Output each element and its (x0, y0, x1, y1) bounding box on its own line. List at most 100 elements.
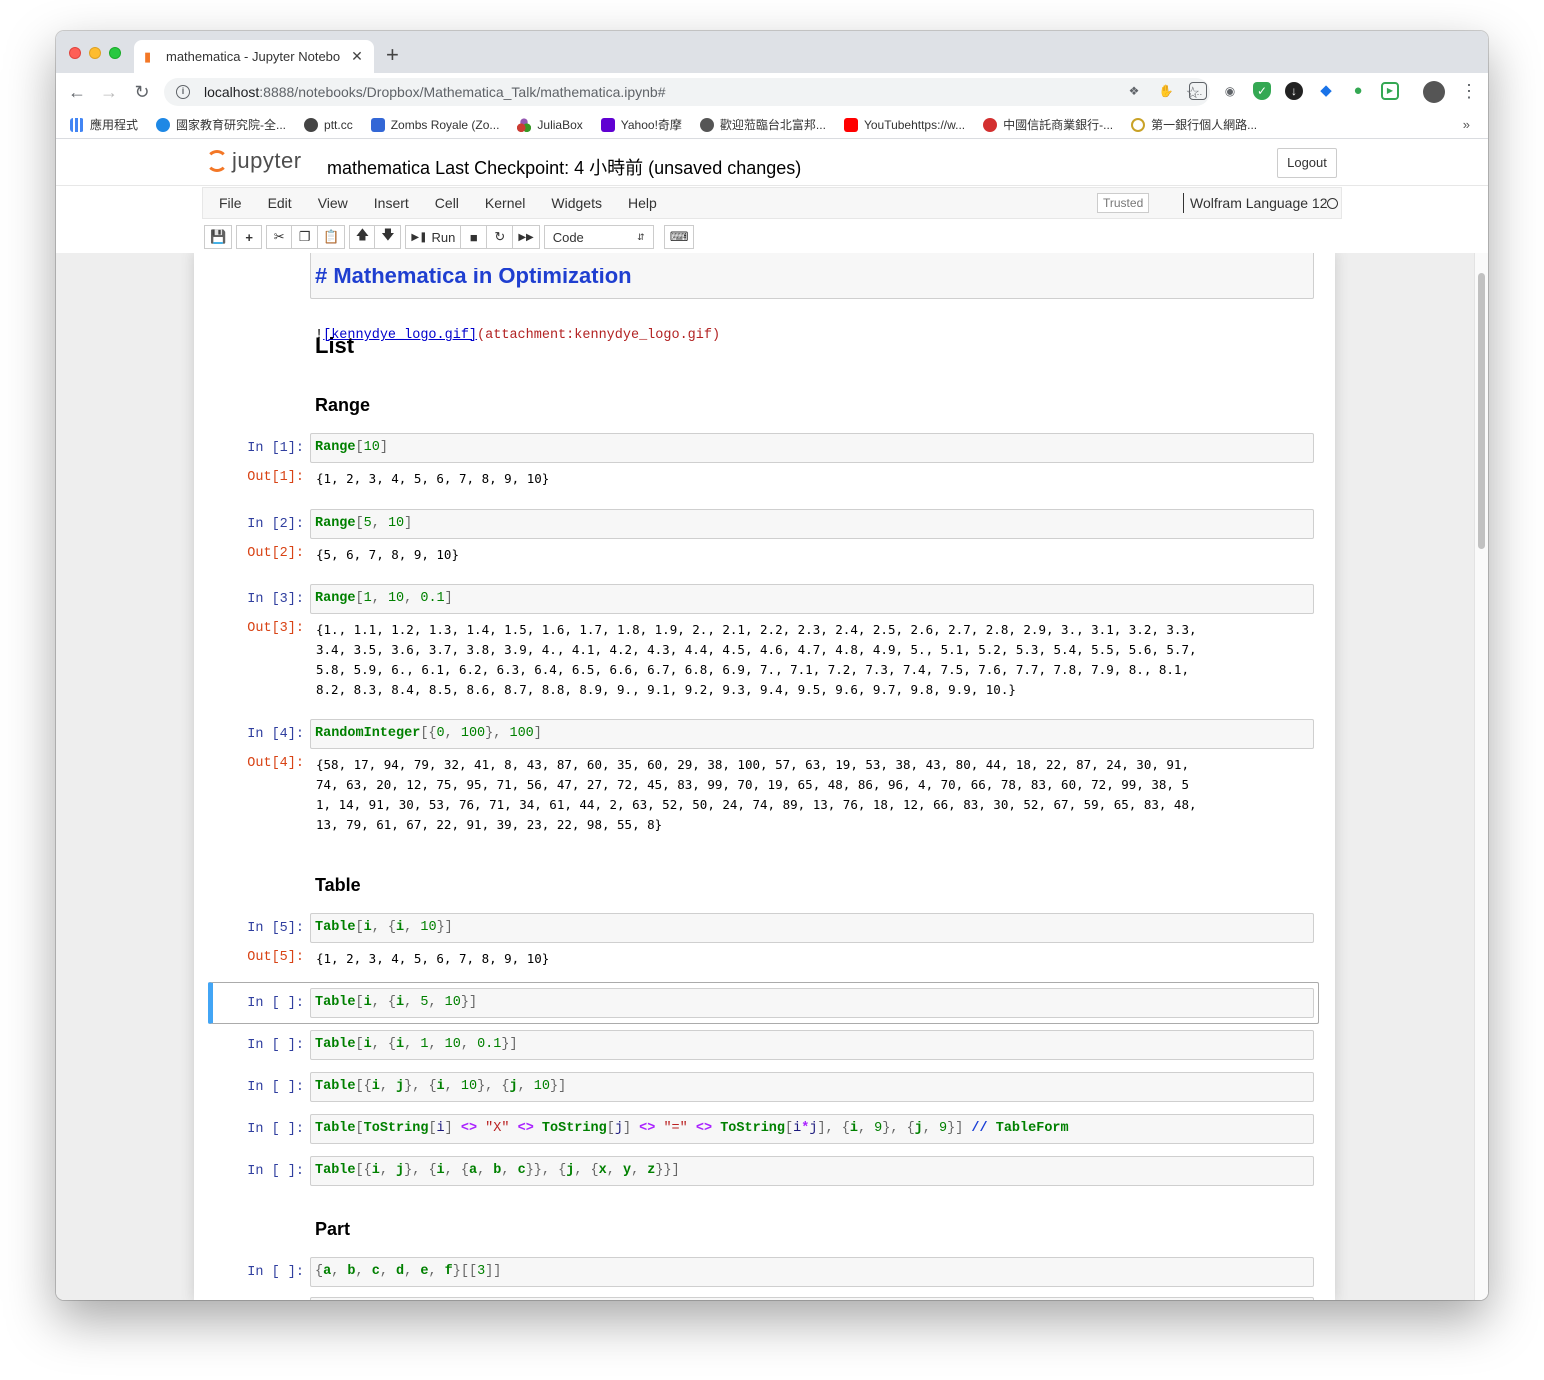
chat-extension-icon[interactable]: … (1189, 82, 1207, 100)
bookmark-item[interactable]: 國家教育研究院-全... (156, 116, 286, 133)
code-input[interactable]: Table[ToString[i] <> "X" <> ToString[j] … (310, 1114, 1314, 1144)
ctbc-icon (983, 117, 998, 132)
input-prompt: In [3]: (247, 592, 304, 607)
forward-button[interactable]: → (98, 81, 120, 103)
close-window-button[interactable] (69, 47, 81, 59)
move-down-icon[interactable]: 🡇 (375, 225, 402, 249)
bookmarks-bar: 應用程式 國家教育研究院-全... ptt.cc Zombs Royale (Z… (56, 111, 1488, 139)
youtube-icon (843, 117, 858, 132)
menu-view[interactable]: View (318, 195, 348, 211)
jupyter-logo-icon (206, 150, 228, 172)
copy-icon[interactable]: ❐ (292, 225, 319, 249)
code-input[interactable]: Table[i, {i, 1, 10, 0.1}] (310, 1030, 1314, 1060)
heading-list: List (315, 333, 355, 358)
reload-button[interactable]: ↻ (131, 81, 153, 103)
cell-type-select[interactable]: Code ⇵ (543, 225, 654, 249)
input-prompt: In [ ]: (247, 996, 304, 1011)
tv-extension-icon[interactable]: ▶ (1381, 82, 1399, 100)
heading-range: Range (315, 395, 371, 415)
scrollbar-thumb[interactable] (1478, 273, 1485, 549)
run-button[interactable]: ▶❚ Run (405, 225, 462, 249)
menu-cell[interactable]: Cell (435, 195, 459, 211)
cut-icon[interactable]: ✂ (266, 225, 293, 249)
input-prompt: In [1]: (247, 441, 304, 456)
input-prompt: In [4]: (247, 727, 304, 742)
site-info-icon[interactable]: i (176, 85, 190, 99)
menu-kernel[interactable]: Kernel (485, 195, 525, 211)
bookmark-item[interactable]: ptt.cc (304, 117, 353, 132)
code-input[interactable]: Table[i, {i, 5, 10}] (310, 988, 1314, 1018)
code-input[interactable]: RandomInteger[{0, 100}, 100] (310, 719, 1314, 749)
diamond-extension-icon[interactable]: ◆ (1317, 82, 1335, 100)
markdown-cell-raw[interactable]: # Mathematica in Optimization ![kennydye… (310, 253, 1314, 343)
tab-strip: ▮ mathematica - Jupyter Notebo ✕ + (56, 31, 1488, 73)
logout-button[interactable]: Logout (1277, 148, 1337, 178)
code-input[interactable]: Table[{i, j}, {i, 10}, {j, 10}] (310, 1072, 1314, 1102)
bookmark-item[interactable]: JuliaBox (517, 117, 583, 132)
interrupt-icon[interactable]: ■ (461, 225, 488, 249)
bookmark-item[interactable]: Yahoo!奇摩 (600, 116, 682, 133)
jupyter-menubar: File Edit View Insert Cell Kernel Widget… (202, 187, 1342, 219)
new-tab-button[interactable]: + (386, 44, 399, 66)
code-input[interactable] (310, 1297, 1314, 1300)
bookmark-item[interactable]: 歡迎蒞臨台北富邦... (699, 116, 826, 133)
menu-file[interactable]: File (219, 195, 242, 211)
code-input[interactable]: Range[10] (310, 433, 1314, 463)
paste-icon[interactable]: 📋 (318, 225, 346, 249)
insert-cell-below-icon[interactable]: + (236, 225, 263, 249)
code-input[interactable]: Range[5, 10] (310, 509, 1314, 539)
menu-widgets[interactable]: Widgets (551, 195, 602, 211)
maximize-window-button[interactable] (109, 47, 121, 59)
move-up-icon[interactable]: 🡅 (349, 225, 376, 249)
people-icon (156, 117, 171, 132)
back-button[interactable]: ← (66, 81, 88, 103)
menu-edit[interactable]: Edit (268, 195, 292, 211)
jupyter-logo[interactable]: jupyter (206, 148, 302, 174)
shield-extension-icon[interactable]: ✓ (1253, 82, 1271, 100)
cell-output: {1, 2, 3, 4, 5, 6, 7, 8, 9, 10} (316, 471, 550, 486)
jupyter-favicon-icon: ▮ (144, 48, 152, 64)
code-input[interactable]: Table[{i, j}, {i, {a, b, c}}, {j, {x, y,… (310, 1156, 1314, 1186)
menu-insert[interactable]: Insert (374, 195, 409, 211)
download-extension-icon[interactable]: ↓ (1285, 82, 1303, 100)
bookmark-item[interactable]: YouTubehttps://w... (843, 117, 965, 132)
tab-title: mathematica - Jupyter Notebo (166, 49, 341, 64)
input-prompt: In [ ]: (247, 1038, 304, 1053)
code-input[interactable]: {a, b, c, d, e, f}[[3]] (310, 1257, 1314, 1287)
notebook-title[interactable]: mathematica Last Checkpoint: 4 小時前 (unsa… (327, 154, 801, 180)
kernel-name: Wolfram Language 12 (1183, 193, 1328, 213)
browser-tab-active[interactable]: ▮ mathematica - Jupyter Notebo ✕ (134, 40, 374, 73)
minimize-window-button[interactable] (89, 47, 101, 59)
yahoo-icon (600, 117, 615, 132)
keyboard-icon[interactable]: ⌨ (663, 225, 695, 249)
code-input[interactable]: Table[i, {i, 10}] (310, 913, 1314, 943)
bookmarks-overflow-button[interactable]: » (1463, 117, 1470, 132)
browser-menu-icon[interactable]: ⋮ (1460, 82, 1478, 100)
p-circle-icon (304, 117, 319, 132)
location-extension-icon[interactable]: ● (1349, 82, 1367, 100)
bookmark-item[interactable]: 第一銀行個人網路... (1131, 116, 1257, 133)
bookmark-item[interactable]: Zombs Royale (Zo... (370, 117, 499, 132)
jupyter-toolbar: 💾 + ✂ ❐ 📋 🡅 🡇 ▶❚ Run ■ ↻ ▶▶ Code ⇵ ⌨ (202, 222, 1342, 252)
output-prompt: Out[4]: (247, 756, 304, 771)
page-scrollbar[interactable] (1474, 253, 1488, 1300)
menu-help[interactable]: Help (628, 195, 657, 211)
checkpoint-status: Last Checkpoint: 4 小時前 (unsaved changes) (435, 158, 802, 178)
output-prompt: Out[1]: (247, 470, 304, 485)
restart-icon[interactable]: ↻ (487, 225, 514, 249)
trusted-indicator[interactable]: Trusted (1097, 193, 1150, 213)
code-input[interactable]: Range[1, 10, 0.1] (310, 584, 1314, 614)
gnome-extension-icon[interactable]: ✋ (1157, 82, 1175, 100)
address-bar[interactable]: i localhost:8888/notebooks/Dropbox/Mathe… (164, 78, 1210, 106)
fubon-icon (699, 117, 714, 132)
dropbox-extension-icon[interactable]: ❖ (1125, 82, 1143, 100)
save-icon[interactable]: 💾 (204, 225, 233, 249)
bookmark-item[interactable]: 中國信託商業銀行-... (983, 116, 1113, 133)
tab-close-icon[interactable]: ✕ (350, 48, 364, 65)
restart-run-all-icon[interactable]: ▶▶ (513, 225, 540, 249)
camera-extension-icon[interactable]: ◉ (1221, 82, 1239, 100)
bookmark-item[interactable]: 應用程式 (70, 116, 138, 133)
notebook-scroll-area[interactable]: # Mathematica in Optimization ![kennydye… (56, 253, 1474, 1300)
jupyter-header: jupyter mathematica Last Checkpoint: 4 小… (56, 140, 1488, 186)
profile-avatar[interactable] (1423, 81, 1445, 103)
